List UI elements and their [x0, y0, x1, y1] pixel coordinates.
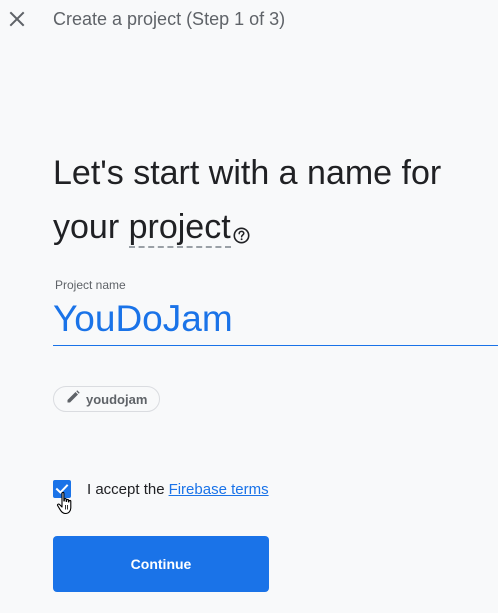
firebase-terms-link[interactable]: Firebase terms: [169, 481, 269, 498]
continue-button[interactable]: Continue: [53, 536, 269, 592]
top-bar: Create a project (Step 1 of 3): [0, 0, 498, 44]
help-icon[interactable]: [233, 206, 250, 260]
terms-text: I accept the: [87, 480, 165, 498]
close-button[interactable]: [6, 8, 30, 32]
project-term[interactable]: project: [128, 208, 231, 248]
project-name-input[interactable]: [53, 296, 498, 346]
project-id-text: youdojam: [86, 391, 148, 407]
project-name-label: Project name: [55, 278, 126, 292]
page-title: Create a project (Step 1 of 3): [53, 9, 286, 29]
checkmark-icon: [55, 484, 69, 494]
project-id-chip[interactable]: youdojam: [53, 386, 161, 412]
pencil-icon: [66, 389, 80, 409]
page-heading: Let's start with a name for your project: [53, 146, 493, 260]
close-icon: [9, 11, 25, 27]
terms-row: I accept the Firebase terms: [53, 479, 269, 499]
terms-checkbox[interactable]: [53, 480, 71, 498]
